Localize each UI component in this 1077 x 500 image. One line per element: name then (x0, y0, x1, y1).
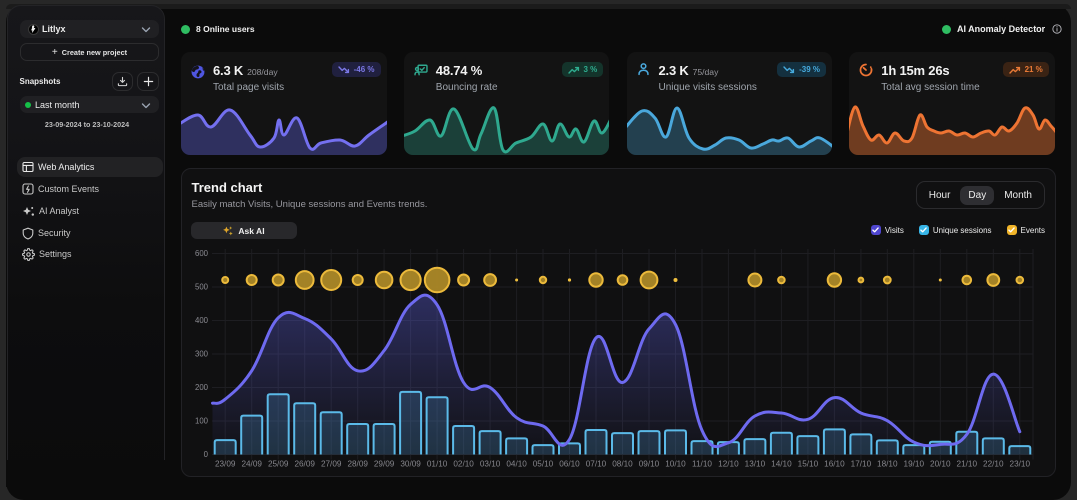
svg-text:04/10: 04/10 (506, 460, 527, 469)
svg-text:26/09: 26/09 (294, 460, 315, 469)
svg-text:11/10: 11/10 (692, 460, 712, 469)
svg-text:09/10: 09/10 (639, 460, 660, 469)
svg-text:30/09: 30/09 (400, 460, 421, 469)
svg-text:17/10: 17/10 (851, 460, 872, 469)
svg-text:14/10: 14/10 (771, 460, 792, 469)
svg-text:10/10: 10/10 (665, 460, 686, 469)
svg-text:08/10: 08/10 (612, 460, 633, 469)
svg-text:20/10: 20/10 (930, 460, 951, 469)
svg-text:25/09: 25/09 (268, 460, 289, 469)
svg-text:23/10: 23/10 (1010, 460, 1031, 469)
svg-text:0: 0 (204, 450, 209, 459)
svg-text:500: 500 (195, 283, 209, 292)
svg-text:24/09: 24/09 (241, 460, 262, 469)
svg-text:02/10: 02/10 (453, 460, 474, 469)
svg-text:07/10: 07/10 (586, 460, 607, 469)
svg-text:18/10: 18/10 (877, 460, 898, 469)
svg-text:300: 300 (195, 350, 209, 359)
svg-text:27/09: 27/09 (321, 460, 342, 469)
svg-text:600: 600 (195, 249, 209, 258)
svg-text:03/10: 03/10 (480, 460, 501, 469)
svg-text:23/09: 23/09 (215, 460, 236, 469)
svg-text:01/10: 01/10 (427, 460, 448, 469)
svg-text:12/10: 12/10 (718, 460, 739, 469)
svg-text:100: 100 (195, 417, 209, 426)
svg-text:13/10: 13/10 (745, 460, 766, 469)
svg-text:21/10: 21/10 (957, 460, 978, 469)
svg-text:16/10: 16/10 (824, 460, 845, 469)
svg-text:400: 400 (195, 316, 209, 325)
svg-text:06/10: 06/10 (559, 460, 580, 469)
svg-text:200: 200 (195, 383, 209, 392)
svg-text:05/10: 05/10 (533, 460, 554, 469)
svg-text:22/10: 22/10 (983, 460, 1004, 469)
svg-text:28/09: 28/09 (347, 460, 368, 469)
svg-text:19/10: 19/10 (904, 460, 925, 469)
svg-text:29/09: 29/09 (374, 460, 395, 469)
svg-text:15/10: 15/10 (798, 460, 819, 469)
